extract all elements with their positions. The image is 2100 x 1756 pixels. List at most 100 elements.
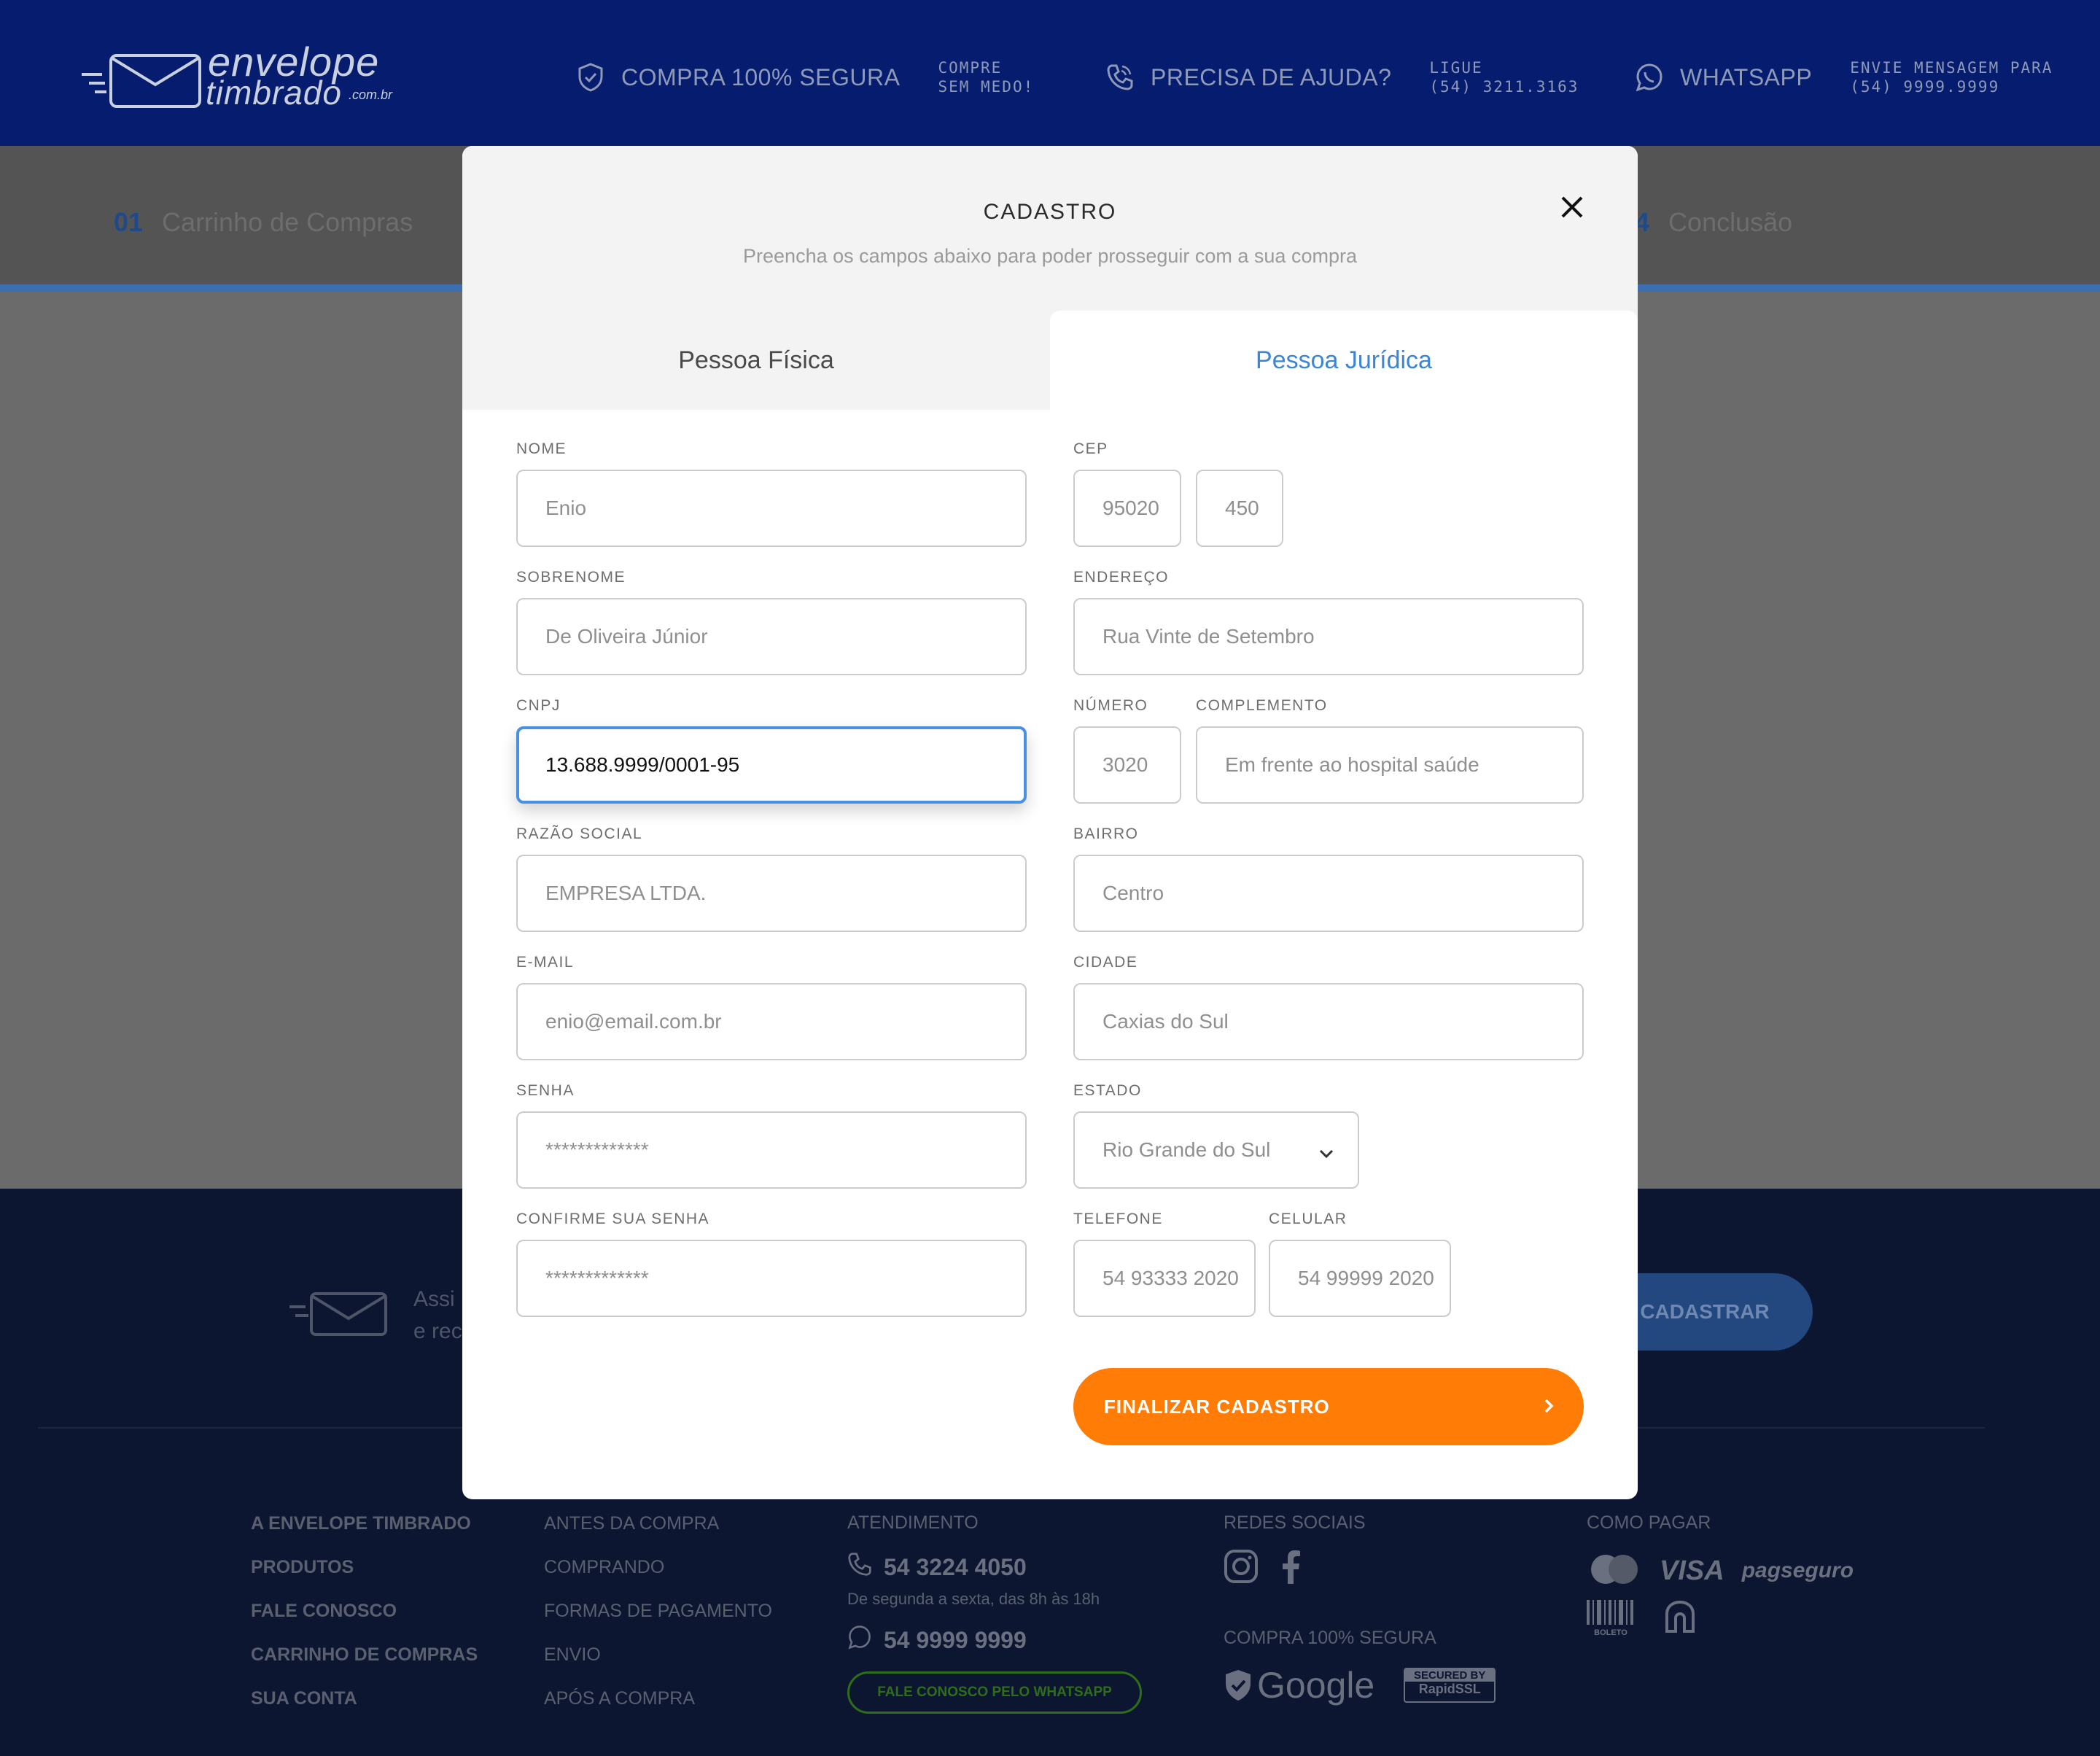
social-title: REDES SOCIAIS <box>1224 1512 1366 1533</box>
telefone-field[interactable]: 54 93333 2020 <box>1073 1240 1256 1317</box>
support-whatsapp[interactable]: 54 9999 9999 <box>847 1622 1142 1658</box>
finalizar-cadastro-button[interactable]: FINALIZAR CADASTRO <box>1073 1368 1584 1445</box>
label-cnpj: CNPJ <box>516 697 561 714</box>
label-numero: NÚMERO <box>1073 697 1148 714</box>
site-logo[interactable]: envelope timbrado .com.br <box>80 38 401 112</box>
mastercard-icon <box>1587 1553 1642 1589</box>
step-cart[interactable]: 01 Carrinho de Compras <box>114 207 413 238</box>
celular-field[interactable]: 54 99999 2020 <box>1269 1240 1451 1317</box>
shield-check-icon <box>576 63 605 92</box>
label-sobrenome: SOBRENOME <box>516 569 626 586</box>
footer-link-cart[interactable]: CARRINHO DE COMPRAS <box>251 1644 478 1687</box>
footer-col-payment: COMO PAGAR VISA pagseguro BOLETO <box>1587 1512 1854 1644</box>
numero-field[interactable]: 3020 <box>1073 726 1181 804</box>
header-secure: COMPRA 100% SEGURA COMPRE SEM MEDO! <box>576 57 1034 98</box>
newsletter-envelope-icon <box>288 1291 390 1341</box>
header-whatsapp[interactable]: WHATSAPP ENVIE MENSAGEM PARA (54) 9999.99… <box>1635 57 2053 98</box>
instagram-icon[interactable] <box>1224 1549 1259 1628</box>
nome-field[interactable]: Enio <box>516 470 1027 547</box>
close-icon <box>1561 196 1583 218</box>
label-senha: SENHA <box>516 1082 575 1099</box>
label-cidade: CIDADE <box>1073 954 1138 971</box>
envelope-logo-icon <box>82 54 201 108</box>
cidade-field[interactable]: Caxias do Sul <box>1073 983 1584 1060</box>
estado-selected-value: Rio Grande do Sul <box>1102 1138 1271 1161</box>
phone-icon <box>847 1552 872 1582</box>
tab-pessoa-juridica[interactable]: Pessoa Jurídica <box>1050 311 1638 410</box>
footer-link-buying[interactable]: COMPRANDO <box>544 1556 772 1600</box>
payment-title: COMO PAGAR <box>1587 1512 1711 1533</box>
boleto-icon: BOLETO <box>1587 1599 1635 1637</box>
logo-text-domain: .com.br <box>349 88 393 102</box>
endereco-field[interactable]: Rua Vinte de Setembro <box>1073 598 1584 675</box>
help-phone: LIGUE (54) 3211.3163 <box>1429 59 1579 96</box>
social-icons <box>1224 1549 1496 1628</box>
footer-link-products[interactable]: PRODUTOS <box>251 1556 478 1600</box>
label-celular: CELULAR <box>1269 1211 1348 1227</box>
label-bairro: BAIRRO <box>1073 825 1139 842</box>
footer-col-social: REDES SOCIAIS COMPRA 100% SEGURA Google … <box>1224 1512 1496 1706</box>
whatsapp-icon <box>847 1625 872 1655</box>
close-button[interactable] <box>1556 191 1588 223</box>
support-hours: De segunda a sexta, das 8h às 18h <box>847 1590 1100 1608</box>
footer-link-about[interactable]: A ENVELOPE TIMBRADO <box>251 1512 478 1556</box>
support-phone[interactable]: 54 3224 4050 <box>847 1549 1142 1585</box>
footer-link-shipping[interactable]: ENVIO <box>544 1644 772 1687</box>
chevron-right-icon <box>1543 1397 1555 1420</box>
cep-field-part1[interactable]: 95020 <box>1073 470 1181 547</box>
payment-logos-row1: VISA pagseguro <box>1587 1549 1854 1593</box>
registration-modal: CADASTRO Preencha os campos abaixo para … <box>462 146 1638 1499</box>
whatsapp-icon <box>1635 63 1664 92</box>
complemento-field[interactable]: Em frente ao hospital saúde <box>1196 726 1584 804</box>
shield-check-icon <box>1226 1670 1251 1701</box>
label-email: E-MAIL <box>516 954 575 971</box>
footer-link-after[interactable]: APÓS A COMPRA <box>544 1687 772 1731</box>
phone-icon <box>1105 63 1135 92</box>
support-title: ATENDIMENTO <box>847 1512 979 1533</box>
footer-col-help: ANTES DA COMPRA COMPRANDO FORMAS DE PAGA… <box>544 1512 772 1731</box>
secure-subtitle: COMPRE SEM MEDO! <box>938 59 1035 96</box>
label-cep: CEP <box>1073 440 1108 457</box>
secure-purchase-title: COMPRA 100% SEGURA <box>1224 1628 1436 1648</box>
footer-link-account[interactable]: SUA CONTA <box>251 1687 478 1731</box>
whatsapp-number: ENVIE MENSAGEM PARA (54) 9999.9999 <box>1850 59 2053 96</box>
cep-field-part2[interactable]: 450 <box>1196 470 1283 547</box>
password-field[interactable]: ************* <box>516 1111 1027 1189</box>
footer-link-payment[interactable]: FORMAS DE PAGAMENTO <box>544 1600 772 1644</box>
estado-select[interactable]: Rio Grande do Sul <box>1073 1111 1359 1189</box>
label-confirme-senha: CONFIRME SUA SENHA <box>516 1211 710 1227</box>
google-safe-badge: Google <box>1224 1664 1374 1706</box>
footer-link-contact[interactable]: FALE CONOSCO <box>251 1600 478 1644</box>
label-endereco: ENDEREÇO <box>1073 569 1170 586</box>
footer-col-institutional: A ENVELOPE TIMBRADO PRODUTOS FALE CONOSC… <box>251 1512 478 1731</box>
visa-logo: VISA <box>1660 1555 1724 1586</box>
pagseguro-logo: pagseguro <box>1741 1558 1854 1582</box>
label-razao-social: RAZÃO SOCIAL <box>516 825 643 842</box>
chevron-down-icon <box>1318 1141 1334 1164</box>
footer-link-before[interactable]: ANTES DA COMPRA <box>544 1512 772 1556</box>
rapidssl-badge: SECURED BY RapidSSL <box>1404 1668 1496 1703</box>
label-telefone: TELEFONE <box>1073 1211 1163 1227</box>
bairro-field[interactable]: Centro <box>1073 855 1584 932</box>
newsletter-text: Assi e rec <box>413 1287 462 1343</box>
tab-pessoa-fisica[interactable]: Pessoa Física <box>462 311 1050 410</box>
email-field[interactable]: enio@email.com.br <box>516 983 1027 1060</box>
cnpj-field[interactable]: 13.688.9999/0001-95 <box>516 726 1027 804</box>
facebook-icon[interactable] <box>1280 1549 1301 1628</box>
razao-social-field[interactable]: EMPRESA LTDA. <box>516 855 1027 932</box>
whatsapp-title: WHATSAPP <box>1680 63 1813 90</box>
bank-transfer-icon <box>1664 1600 1696 1636</box>
help-title: PRECISA DE AJUDA? <box>1151 63 1392 90</box>
step-conclusion[interactable]: 04Conclusão <box>1620 207 1792 238</box>
confirm-password-field[interactable]: ************* <box>516 1240 1027 1317</box>
header-help[interactable]: PRECISA DE AJUDA? LIGUE (54) 3211.3163 <box>1105 57 1579 98</box>
whatsapp-contact-button[interactable]: FALE CONOSCO PELO WHATSAPP <box>847 1671 1142 1714</box>
security-badges: Google SECURED BY RapidSSL <box>1224 1664 1496 1706</box>
label-complemento: COMPLEMENTO <box>1196 697 1328 714</box>
submit-label: FINALIZAR CADASTRO <box>1104 1395 1330 1418</box>
modal-subtitle: Preencha os campos abaixo para poder pro… <box>743 245 1357 267</box>
label-estado: ESTADO <box>1073 1082 1142 1099</box>
sobrenome-field[interactable]: De Oliveira Júnior <box>516 598 1027 675</box>
payment-logos-row2: BOLETO <box>1587 1593 1854 1644</box>
logo-text-timbrado: timbrado <box>206 74 342 112</box>
